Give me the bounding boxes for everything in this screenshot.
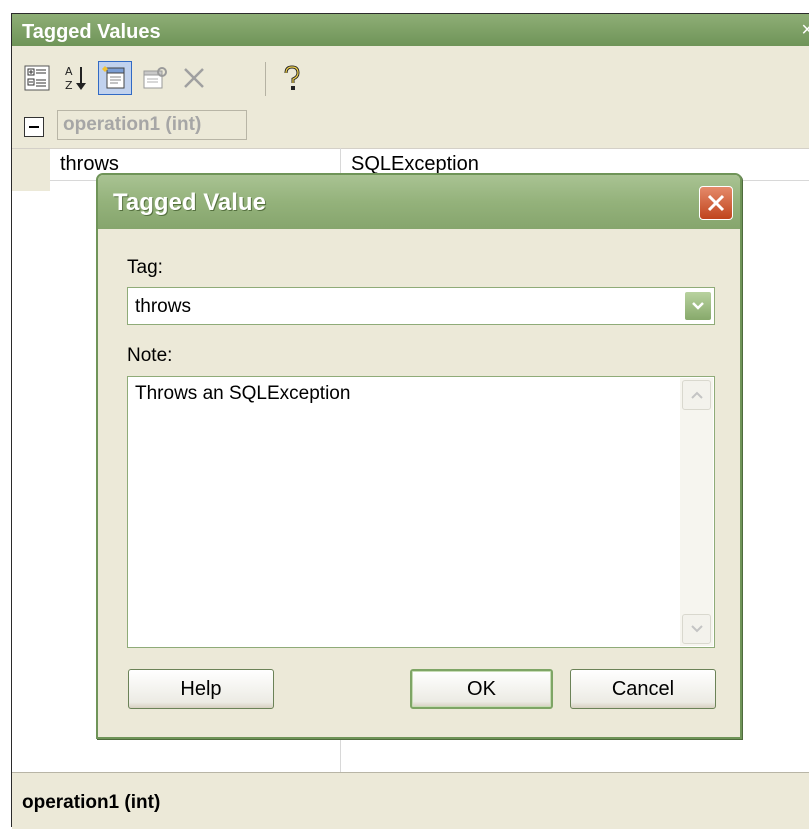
chevron-down-icon <box>692 302 704 310</box>
scroll-down-button[interactable] <box>682 614 711 644</box>
group-row: operation1 (int) <box>12 106 809 149</box>
help-icon <box>284 65 300 90</box>
delete-button[interactable] <box>177 61 211 95</box>
scroll-up-button[interactable] <box>682 380 711 410</box>
tag-label: Tag: <box>127 257 163 278</box>
toolbar: A Z <box>12 46 809 107</box>
sort-alphabetical-icon: A Z <box>65 65 86 92</box>
tag-combobox-value: throws <box>135 296 191 317</box>
new-tagged-value-icon <box>102 66 125 89</box>
note-scrollbar[interactable] <box>680 378 713 646</box>
sort-alphabetical-button[interactable]: A Z <box>59 61 93 95</box>
panel-titlebar: Tagged Values × <box>12 14 809 46</box>
cancel-button[interactable]: Cancel <box>570 669 716 709</box>
categorized-icon <box>24 65 50 91</box>
collapse-icon[interactable] <box>24 117 44 137</box>
selected-item-label: operation1 (int) <box>22 792 161 813</box>
group-label: operation1 (int) <box>57 110 247 140</box>
chevron-up-icon <box>690 391 703 399</box>
tagged-value-dialog: Tagged Value Tag: throws Note: Throws an… <box>96 173 742 739</box>
panel-close-button[interactable]: × <box>801 19 809 42</box>
delete-icon <box>184 68 204 88</box>
svg-text:A: A <box>65 65 73 78</box>
ok-button[interactable]: OK <box>410 669 553 709</box>
properties-icon <box>143 67 167 89</box>
description-panel: operation1 (int) <box>12 772 809 829</box>
panel-title: Tagged Values <box>22 21 161 43</box>
chevron-down-icon <box>690 625 703 633</box>
help-button[interactable] <box>275 61 309 95</box>
properties-button[interactable] <box>138 61 172 95</box>
tag-dropdown-button[interactable] <box>684 291 712 321</box>
note-label: Note: <box>127 345 173 366</box>
tag-combobox[interactable]: throws <box>127 287 715 325</box>
toolbar-separator <box>265 62 266 96</box>
note-textarea[interactable]: Throws an SQLException <box>127 376 715 648</box>
categorized-button[interactable] <box>20 61 54 95</box>
dialog-title: Tagged Value <box>113 189 266 216</box>
dialog-titlebar[interactable]: Tagged Value <box>98 175 740 229</box>
dialog-close-button[interactable] <box>699 186 733 220</box>
svg-text:Z: Z <box>65 79 73 92</box>
help-dialog-button[interactable]: Help <box>128 669 274 709</box>
new-tagged-value-button[interactable] <box>98 61 132 95</box>
close-icon <box>707 194 725 212</box>
note-text: Throws an SQLException <box>135 383 351 404</box>
